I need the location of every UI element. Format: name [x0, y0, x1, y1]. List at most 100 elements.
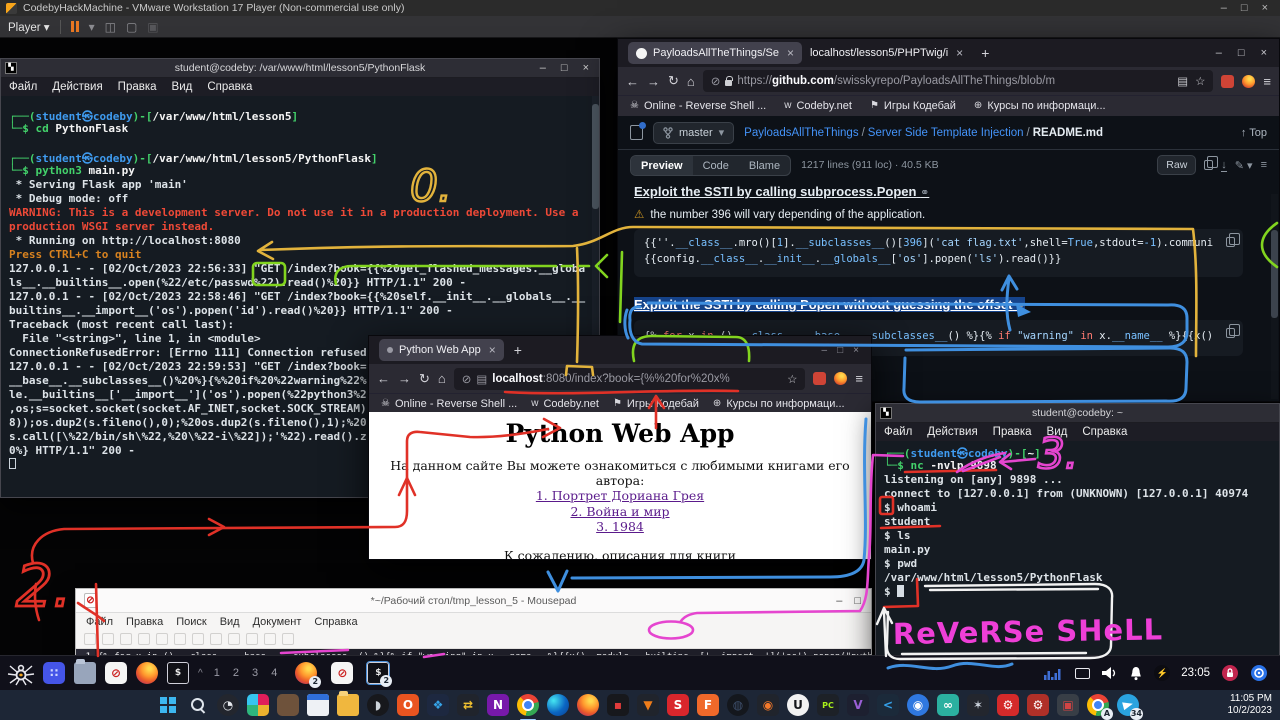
firefox-icon[interactable]: [577, 694, 599, 716]
arrows-app-icon[interactable]: ⇄: [457, 694, 479, 716]
terminal-window-button[interactable]: $2: [367, 662, 389, 684]
terminal1-titlebar[interactable]: ▚ student@codeby: /var/www/html/lesson5/…: [1, 59, 599, 78]
reload-icon[interactable]: ↻: [419, 371, 430, 387]
toolbar-icon[interactable]: [156, 633, 168, 645]
network-graph-icon[interactable]: [1044, 666, 1064, 680]
bookmark-item-3[interactable]: ⊕Курсы по информаци...: [974, 100, 1106, 112]
edge-icon[interactable]: [547, 694, 569, 716]
tab-blame[interactable]: Blame: [739, 156, 790, 175]
mousepad-menu-item-2[interactable]: Поиск: [176, 616, 206, 628]
raw-button[interactable]: Raw: [1157, 155, 1196, 175]
reload-icon[interactable]: ↻: [668, 73, 679, 89]
edit-pencil-icon[interactable]: ✎ ▾: [1235, 159, 1253, 172]
volume-icon[interactable]: [1101, 666, 1118, 680]
tab-localhost-phptwig[interactable]: localhost/lesson5/PHPTwig/i ×: [802, 42, 971, 64]
book-link-1[interactable]: 1. Портрет Дориана Грея: [536, 488, 704, 503]
terminal1-menu-item-4[interactable]: Справка: [207, 81, 252, 93]
power-manager-icon[interactable]: ⚡: [1154, 665, 1170, 681]
chrome-icon[interactable]: [517, 694, 539, 716]
toolbar-icon[interactable]: [210, 633, 222, 645]
windows-clock[interactable]: 11:05 PM 10/2/2023: [1228, 693, 1273, 717]
tab-preview[interactable]: Preview: [631, 156, 693, 175]
bookmark-item-3[interactable]: ⊕Курсы по информаци...: [713, 398, 845, 410]
screen-lock-icon[interactable]: [1221, 664, 1239, 682]
outline-icon[interactable]: ≡: [1261, 159, 1267, 171]
book-link-2[interactable]: 2. Война и мир: [570, 504, 669, 519]
toolbar-icon[interactable]: [228, 633, 240, 645]
book-link-3[interactable]: 3. 1984: [596, 519, 644, 534]
terminal2-menu-item-3[interactable]: Вид: [1047, 426, 1068, 438]
fl-studio-icon[interactable]: ▪: [607, 694, 629, 716]
telegram-icon[interactable]: 34: [1117, 694, 1139, 716]
terminal1-menu-item-0[interactable]: Файл: [9, 81, 37, 93]
compass-app-icon[interactable]: [1250, 664, 1268, 682]
f-app-icon[interactable]: F: [697, 694, 719, 716]
maximize-icon[interactable]: □: [1241, 2, 1248, 14]
terminal-icon[interactable]: $: [167, 662, 189, 684]
mousepad-menu-item-5[interactable]: Справка: [314, 616, 357, 628]
terminal2-menu-item-1[interactable]: Действия: [927, 426, 977, 438]
carrot-app-icon[interactable]: ▼: [637, 694, 659, 716]
branch-selector[interactable]: master▾: [653, 122, 734, 144]
tab-close-icon[interactable]: ×: [489, 343, 496, 357]
files-icon[interactable]: [74, 662, 96, 684]
shield-icon[interactable]: ⊘: [711, 74, 721, 88]
terminal2-menu-item-2[interactable]: Правка: [993, 426, 1032, 438]
ubuntu-app-icon[interactable]: O: [397, 694, 419, 716]
red-gear-app-icon[interactable]: ⚙: [997, 694, 1019, 716]
close-icon[interactable]: ×: [1262, 2, 1268, 14]
vmware-window-controls[interactable]: – □ ×: [1221, 2, 1274, 14]
mousepad-icon[interactable]: ⊘: [105, 662, 127, 684]
home-icon[interactable]: ⌂: [687, 74, 695, 89]
virtualbox-icon[interactable]: ❖: [427, 694, 449, 716]
bookmark-item-2[interactable]: ⚑Игры Кодебай: [870, 100, 956, 112]
copy-icon[interactable]: [1226, 328, 1235, 338]
firefox-account-icon[interactable]: [834, 372, 847, 385]
minimize-icon[interactable]: –: [836, 595, 842, 607]
minimize-icon[interactable]: –: [822, 345, 828, 356]
home-icon[interactable]: ⌂: [438, 371, 446, 386]
vm-clock[interactable]: 23:05: [1181, 667, 1210, 679]
ublock-icon[interactable]: [1221, 75, 1234, 88]
unreal-icon[interactable]: U: [787, 694, 809, 716]
calendar-icon[interactable]: [307, 694, 329, 716]
bookmark-item-0[interactable]: ☠Online - Reverse Shell ...: [381, 398, 517, 410]
ublock-icon[interactable]: [813, 372, 826, 385]
kali-spider-logo[interactable]: [6, 660, 36, 686]
blender-icon[interactable]: ◉: [757, 694, 779, 716]
copy-icon[interactable]: [1226, 237, 1235, 247]
forward-icon[interactable]: →: [398, 371, 411, 386]
close-icon[interactable]: ×: [1261, 47, 1267, 59]
gallery-app-icon[interactable]: [277, 694, 299, 716]
new-tab-button[interactable]: +: [514, 342, 522, 358]
file-explorer-icon[interactable]: [337, 694, 359, 716]
sphere-app-icon[interactable]: ◍: [727, 694, 749, 716]
wasp-app-icon[interactable]: ✶: [967, 694, 989, 716]
toolbar-icon[interactable]: [246, 633, 258, 645]
mousepad-menu-item-1[interactable]: Правка: [126, 616, 163, 628]
toolbar-icon[interactable]: [120, 633, 132, 645]
file-icon[interactable]: [630, 125, 643, 140]
bookmark-item-0[interactable]: ☠Online - Reverse Shell ...: [630, 100, 766, 112]
copy-icon[interactable]: [1204, 160, 1213, 170]
tab-close-icon[interactable]: ×: [787, 46, 794, 60]
toolbar-icon[interactable]: [102, 633, 114, 645]
close-icon[interactable]: ×: [853, 345, 859, 356]
scrollbar-thumb[interactable]: [1271, 230, 1278, 318]
bookmark-item-1[interactable]: wCodeby.net: [531, 398, 599, 410]
breadcrumb-folder-link[interactable]: Server Side Template Injection: [868, 127, 1024, 139]
reader-view-icon[interactable]: ▤: [1177, 74, 1188, 88]
visual-studio-icon[interactable]: V: [847, 694, 869, 716]
bookmark-star-icon[interactable]: ☆: [1195, 74, 1205, 88]
url-bar[interactable]: ⊘ https://github.com/swisskyrepo/Payload…: [703, 70, 1214, 92]
back-icon[interactable]: ←: [377, 371, 390, 386]
s-app-icon[interactable]: S: [667, 694, 689, 716]
toolbar-icon[interactable]: [192, 633, 204, 645]
mousepad-menu-item-0[interactable]: Файл: [86, 616, 113, 628]
terminal1-menu-item-2[interactable]: Правка: [118, 81, 157, 93]
toolbar-icon[interactable]: [84, 633, 96, 645]
send-ctrl-alt-del-icon[interactable]: ◫: [105, 20, 116, 34]
mousepad-menu-item-3[interactable]: Вид: [220, 616, 240, 628]
mousepad-titlebar[interactable]: ⊘ *~/Рабочий стол/tmp_lesson_5 - Mousepa…: [76, 589, 871, 613]
red-gear2-app-icon[interactable]: ⚙: [1027, 694, 1049, 716]
